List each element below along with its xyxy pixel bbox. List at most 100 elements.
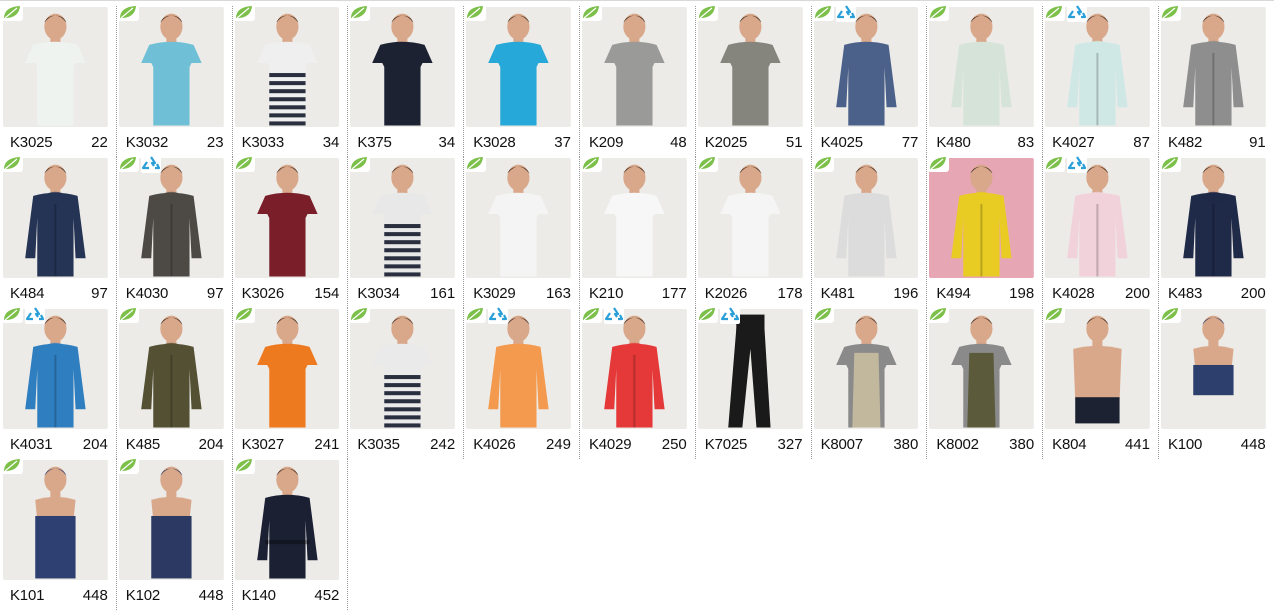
product-card-k3025[interactable]: K3025 22: [1, 4, 117, 157]
badge-group: [464, 4, 487, 21]
product-photo: [466, 7, 571, 127]
page-number: 163: [545, 285, 571, 302]
eco-leaf-icon: [1043, 4, 1066, 21]
page-number: 327: [777, 436, 803, 453]
product-card-k8007[interactable]: K8007 380: [811, 306, 928, 459]
product-card-k7025[interactable]: K7025 327: [695, 306, 812, 459]
eco-leaf-icon: [927, 155, 950, 172]
product-photo: [1045, 7, 1150, 127]
product-card-k2026[interactable]: K2026 178: [695, 155, 812, 308]
recycle-icon: [140, 155, 161, 173]
badge-group: [1, 4, 23, 21]
product-card-k484[interactable]: K484 97: [1, 155, 117, 308]
product-photo: [1160, 309, 1266, 429]
page-number: 242: [430, 436, 456, 453]
page-number: 198: [1009, 285, 1035, 302]
eco-leaf-icon: [579, 306, 602, 323]
recycle-icon: [488, 306, 509, 324]
product-card-k485[interactable]: K485 204: [116, 306, 233, 459]
product-code: K481: [820, 285, 855, 302]
page-number: 83: [1017, 134, 1035, 151]
product-card-k3027[interactable]: K3027 241: [232, 306, 349, 459]
product-card-k494[interactable]: K494 198: [927, 155, 1044, 308]
product-card-k3034[interactable]: K3034 161: [348, 155, 465, 308]
product-card-k4025[interactable]: K4025 77: [811, 4, 928, 157]
product-card-k375[interactable]: K375 34: [348, 4, 465, 157]
eco-leaf-icon: [1, 306, 23, 323]
product-photo: [234, 158, 340, 278]
eco-leaf-icon: [116, 306, 139, 323]
product-card-k482[interactable]: K482 91: [1158, 4, 1274, 157]
product-card-k4031[interactable]: K4031 204: [1, 306, 117, 459]
eco-leaf-icon: [927, 306, 950, 323]
recycle-icon: [1067, 4, 1088, 22]
page-number: 37: [554, 134, 571, 151]
product-code: K4031: [10, 436, 53, 453]
product-photo: [3, 460, 108, 580]
page-number: 91: [1249, 134, 1266, 151]
product-photo: [697, 158, 803, 278]
recycle-icon: [1067, 155, 1088, 173]
recycle-icon: [603, 306, 624, 324]
product-card-k210[interactable]: K210 177: [579, 155, 696, 308]
product-card-k4026[interactable]: K4026 249: [464, 306, 580, 459]
product-photo: [813, 309, 919, 429]
product-photo: [350, 158, 456, 278]
product-code: K3025: [10, 134, 53, 151]
page-number: 177: [661, 285, 687, 302]
product-code: K2026: [704, 285, 748, 302]
badge-group: [811, 4, 856, 22]
product-card-k804[interactable]: K804 441: [1043, 306, 1159, 459]
badge-group: [1, 306, 45, 324]
product-card-k3035[interactable]: K3035 242: [348, 306, 465, 459]
eco-leaf-icon: [348, 4, 371, 21]
product-card-k2025[interactable]: K2025 51: [695, 4, 812, 157]
product-card-k4028[interactable]: K4028 200: [1043, 155, 1159, 308]
badge-group: [116, 4, 139, 21]
recycle-icon: [25, 306, 45, 324]
product-card-k3032[interactable]: K3032 23: [116, 4, 233, 157]
product-photo: [813, 158, 919, 278]
product-photo: [234, 460, 340, 580]
product-code: K3028: [473, 134, 516, 151]
product-card-k481[interactable]: K481 196: [811, 155, 928, 308]
product-card-k8002[interactable]: K8002 380: [927, 306, 1044, 459]
eco-leaf-icon: [695, 155, 718, 172]
product-photo: [234, 309, 340, 429]
eco-leaf-icon: [1158, 155, 1181, 172]
product-card-k3033[interactable]: K3033 34: [232, 4, 349, 157]
badge-group: [1, 457, 23, 474]
product-card-k3028[interactable]: K3028 37: [464, 4, 580, 157]
product-card-k209[interactable]: K209 48: [579, 4, 696, 157]
product-card-k100[interactable]: K100 448: [1158, 306, 1274, 459]
product-card-k3029[interactable]: K3029 163: [464, 155, 580, 308]
product-code: K494: [936, 285, 971, 302]
product-card-k480[interactable]: K480 83: [927, 4, 1044, 157]
page-number: 204: [82, 436, 108, 453]
product-code: K3034: [357, 285, 400, 302]
product-card-k4030[interactable]: K4030 97: [116, 155, 233, 308]
page-number: 380: [1009, 436, 1035, 453]
eco-leaf-icon: [464, 306, 487, 323]
product-code: K140: [241, 587, 276, 604]
product-card-k483[interactable]: K483 200: [1158, 155, 1274, 308]
product-card-k4029[interactable]: K4029 250: [579, 306, 696, 459]
product-code: K804: [1052, 436, 1087, 453]
product-card-k101[interactable]: K101 448: [1, 457, 117, 610]
product-card-k140[interactable]: K140 452: [232, 457, 349, 610]
product-card-k4027[interactable]: K4027 87: [1043, 4, 1159, 157]
product-photo: [929, 158, 1035, 278]
badge-group: [927, 155, 950, 172]
product-card-k3026[interactable]: K3026 154: [232, 155, 349, 308]
eco-leaf-icon: [1043, 155, 1066, 172]
page-number: 380: [893, 436, 919, 453]
eco-leaf-icon: [1158, 4, 1181, 21]
top-rule: [0, 0, 1274, 1]
product-card-k102[interactable]: K102 448: [116, 457, 233, 610]
product-code: K4028: [1052, 285, 1095, 302]
product-code: K102: [125, 587, 161, 604]
badge-group: [464, 306, 509, 324]
badge-group: [232, 457, 255, 474]
product-photo: [118, 158, 224, 278]
product-photo: [929, 309, 1035, 429]
